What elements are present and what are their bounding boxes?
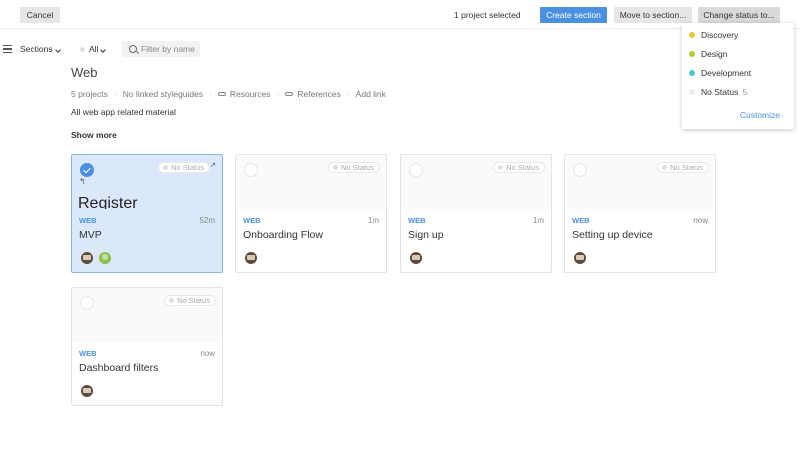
card-timestamp: 1m [367,216,379,225]
card-timestamp: now [200,349,215,358]
thumbnail-preview-text: Register [78,195,138,209]
search-icon [129,45,137,53]
linked-styleguides[interactable]: No linked styleguides [123,89,203,99]
card-section-label: WEB [79,349,97,358]
resize-corner-icon: ↗ [210,162,216,169]
status-dot-icon [662,165,668,170]
status-badge[interactable]: No Status [493,162,545,173]
card-section-label: WEB [243,216,261,225]
back-arrow-icon: ↰ [79,177,86,186]
projects-count: 5 projects [71,89,108,99]
chevron-down-icon [54,47,61,53]
project-card-sign-up[interactable]: No Status WEB 1m Sign up [400,154,552,273]
card-timestamp: 1m [532,216,544,225]
status-badge[interactable]: No Status [164,295,216,306]
status-filter-label: All [89,44,107,54]
status-dot-icon [689,32,695,38]
avatar [410,252,422,264]
select-checkbox[interactable] [80,296,94,310]
card-section-label: WEB [79,216,97,225]
status-option-no-status[interactable]: No Status 5 [682,84,794,100]
select-checkbox[interactable] [244,163,258,177]
status-option-design[interactable]: Design [682,46,794,62]
card-avatars [81,252,111,264]
change-status-menu: Discovery Design Development No Status 5… [682,23,794,129]
avatar [245,252,257,264]
status-badge[interactable]: No Status [328,162,380,173]
add-link-button[interactable]: Add link [356,89,386,99]
status-dot-icon [689,70,695,76]
status-count: 5 [742,87,748,97]
sections-label: Sections [20,44,61,54]
card-name: Sign up [408,229,444,241]
cancel-button[interactable]: Cancel [20,7,60,23]
status-dot-icon [689,89,695,95]
status-dot-icon [498,165,504,170]
filter-input[interactable] [141,44,199,54]
status-badge[interactable]: No Status [158,162,210,173]
card-name: Onboarding Flow [243,229,323,241]
project-card-dashboard-filters[interactable]: No Status WEB now Dashboard filters [71,287,223,406]
card-avatars [245,252,257,264]
select-checkbox[interactable] [409,163,423,177]
top-action-bar: Cancel 1 project selected Create section… [0,0,800,29]
sections-dropdown[interactable]: Sections [3,44,61,54]
status-filter-dropdown[interactable]: All [80,44,107,54]
card-avatars [574,252,586,264]
avatar [99,252,111,264]
show-more-link[interactable]: Show more [71,130,117,140]
resources-link[interactable]: Resources [230,89,271,99]
card-name: Dashboard filters [79,362,159,374]
selection-count: 1 project selected [454,10,521,20]
section-title: Web [71,66,98,78]
project-card-setting-up-device[interactable]: No Status WEB now Setting up device [564,154,716,273]
select-checkbox[interactable] [80,163,94,177]
card-name: MVP [79,229,102,241]
avatar [81,252,93,264]
list-icon [3,45,12,53]
avatar [81,385,93,397]
select-checkbox[interactable] [573,163,587,177]
status-dot-icon [333,165,339,170]
card-section-label: WEB [408,216,426,225]
chevron-down-icon [100,47,107,53]
status-dot-icon [169,298,175,303]
status-dot-icon [163,165,169,170]
section-meta: 5 projects · No linked styleguides · Res… [71,89,386,99]
filter-toolbar: Sections All [0,40,680,60]
section-description: All web app related material [71,107,176,117]
avatar [574,252,586,264]
link-icon [285,92,294,96]
status-badge[interactable]: No Status [657,162,709,173]
filter-search-box[interactable] [122,41,200,57]
move-to-section-button[interactable]: Move to section... [614,7,692,23]
change-status-button[interactable]: Change status to... [698,7,780,23]
status-dot-icon [80,46,85,52]
customize-statuses-link[interactable]: Customize [740,110,780,120]
status-dot-icon [689,51,695,57]
create-section-button[interactable]: Create section [540,7,607,23]
card-section-label: WEB [572,216,590,225]
project-card-mvp[interactable]: Register ↰ ↗ No Status WEB 52m MVP [71,154,223,273]
references-link[interactable]: References [297,89,340,99]
card-avatars [410,252,422,264]
card-timestamp: now [693,216,708,225]
link-icon [217,92,226,96]
status-option-development[interactable]: Development [682,65,794,81]
card-timestamp: 52m [199,216,215,225]
status-option-discovery[interactable]: Discovery [682,27,794,43]
card-avatars [81,385,93,397]
card-name: Setting up device [572,229,653,241]
project-card-onboarding-flow[interactable]: No Status WEB 1m Onboarding Flow [235,154,387,273]
